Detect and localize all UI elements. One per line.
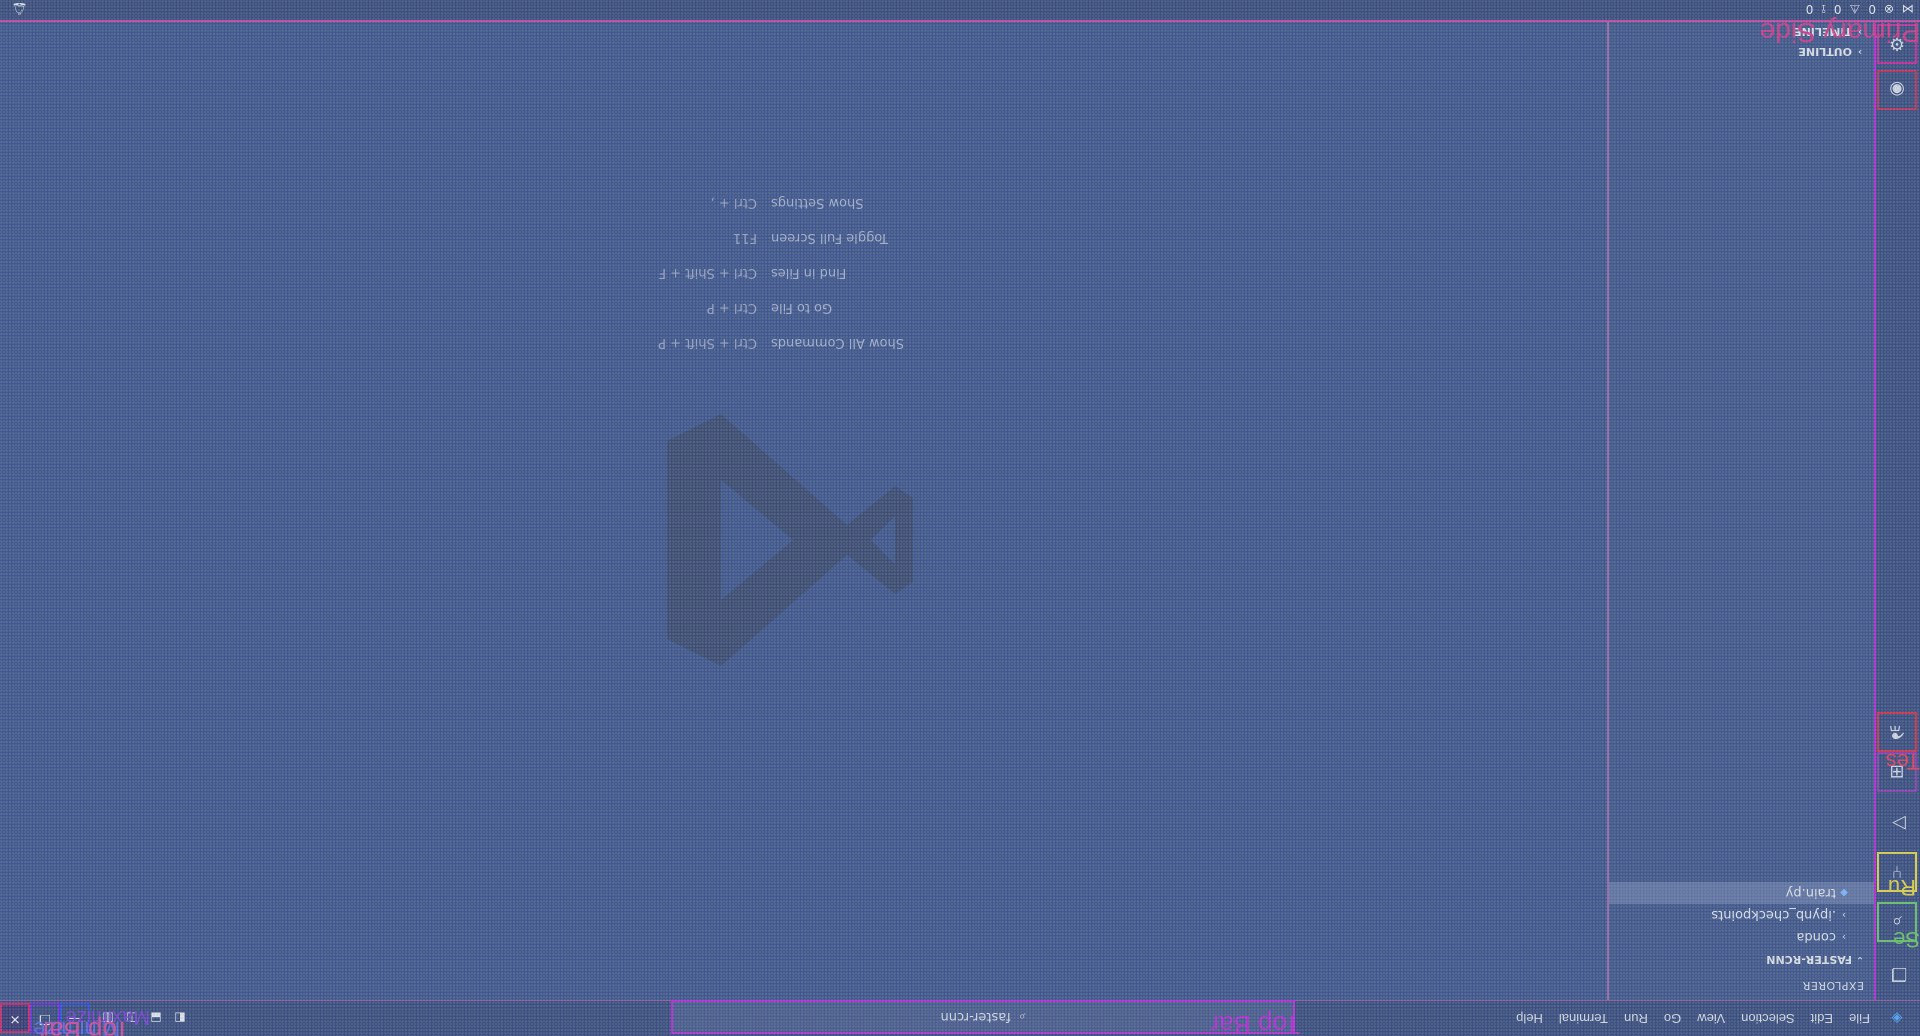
vscode-logo-icon: ◈: [1891, 1010, 1903, 1027]
command-center-label: faster-rcnn: [940, 1009, 1011, 1025]
chevron-right-icon: ›: [1857, 46, 1863, 58]
rotated-ui: ◈ File Edit Selection View Go Run Termin…: [0, 0, 1920, 1036]
overlay-label-top-bar-corner: Top Bar: [40, 1016, 130, 1036]
menu-file[interactable]: File: [1841, 1011, 1878, 1026]
status-right: 🔔︎: [12, 2, 27, 16]
error-count[interactable]: 0: [1868, 2, 1876, 16]
menu-bar: File Edit Selection View Go Run Terminal…: [1508, 1011, 1878, 1026]
screen: ◈ File Edit Selection View Go Run Termin…: [0, 0, 1920, 1036]
menu-go[interactable]: Go: [1656, 1011, 1689, 1026]
overlay-label-test: Tes: [1885, 749, 1920, 774]
primary-sidebar: EXPLORER ⌄ FASTER-RCNN › conda › .ipynb_…: [1607, 22, 1874, 1000]
activity-bar: ❐ ⌕ ⑂ ▷ ⊞ ⚗ ◉ ⚙: [1874, 22, 1920, 1000]
vscode-watermark-icon: [667, 414, 913, 666]
notifications-icon[interactable]: 🔔︎: [12, 2, 27, 16]
files-icon[interactable]: ❐: [1881, 956, 1917, 992]
errors-icon[interactable]: ⊗: [1884, 2, 1894, 16]
run-debug-icon[interactable]: ▷: [1881, 806, 1917, 842]
menu-view[interactable]: View: [1689, 1011, 1733, 1026]
menu-run[interactable]: Run: [1616, 1011, 1656, 1026]
menu-edit[interactable]: Edit: [1803, 1011, 1841, 1026]
overlay-label-top-bar: Top Bar: [1210, 1010, 1300, 1036]
tree-item-ipynb-checkpoints[interactable]: › .ipynb_checkpoints: [1609, 904, 1874, 926]
chevron-right-icon: ›: [1842, 931, 1846, 943]
status-left: ⋈ ⊗ 0 ⚠ 0 ⟟ 0: [1806, 2, 1914, 17]
overlay-label-primary-side: Primary Side: [1759, 17, 1920, 48]
welcome-shortcuts: Show All Commands Ctrl + Shift + P Go to…: [547, 185, 907, 360]
remote-indicator-icon[interactable]: ⋈: [1902, 2, 1914, 16]
menu-help[interactable]: Help: [1508, 1011, 1551, 1026]
shortcut-row: Go to File Ctrl + P: [706, 300, 833, 315]
overlay-label-search: Se: [1893, 927, 1920, 952]
shortcut-row: Show All Commands Ctrl + Shift + P: [658, 335, 905, 350]
close-button[interactable]: ✕: [0, 1003, 30, 1034]
testing-icon[interactable]: ⚗: [1877, 712, 1917, 752]
title-bar: ◈ File Edit Selection View Go Run Termin…: [0, 1000, 1920, 1036]
menu-terminal[interactable]: Terminal: [1551, 1011, 1616, 1026]
editor-area: Show All Commands Ctrl + Shift + P Go to…: [0, 22, 1607, 1000]
warning-icon[interactable]: ⚠: [1850, 2, 1861, 16]
overlay-label-run: Ru: [1887, 875, 1916, 900]
search-icon: ⌕: [1018, 1010, 1026, 1025]
sidebar-title: EXPLORER: [1802, 979, 1864, 992]
status-bar: ⋈ ⊗ 0 ⚠ 0 ⟟ 0 🔔︎: [0, 0, 1920, 22]
tree-item-conda[interactable]: › conda: [1609, 926, 1874, 948]
shortcut-row: Find in Files Ctrl + Shift + F: [658, 265, 847, 280]
menu-selection[interactable]: Selection: [1733, 1011, 1802, 1026]
chevron-down-icon: ⌄: [1855, 954, 1865, 966]
chevron-right-icon: ›: [1842, 909, 1846, 921]
warning-count[interactable]: 0: [1834, 2, 1842, 16]
toggle-primary-sidebar-icon[interactable]: ◧: [170, 1009, 190, 1029]
account-icon[interactable]: ◉: [1877, 70, 1917, 110]
command-center[interactable]: ⌕ faster-rcnn: [671, 1000, 1295, 1034]
python-file-icon: ◆: [1840, 887, 1848, 899]
shortcut-row: Show Settings Ctrl + ,: [710, 195, 864, 210]
ports-icon[interactable]: ⟟: [1821, 2, 1825, 17]
shortcut-row: Toggle Full Screen F11: [732, 230, 888, 245]
ports-count[interactable]: 0: [1806, 2, 1814, 16]
tree-item-train-py[interactable]: ◆ train.py: [1609, 882, 1874, 904]
sidebar-section-faster-rcnn[interactable]: ⌄ FASTER-RCNN: [1609, 950, 1874, 970]
